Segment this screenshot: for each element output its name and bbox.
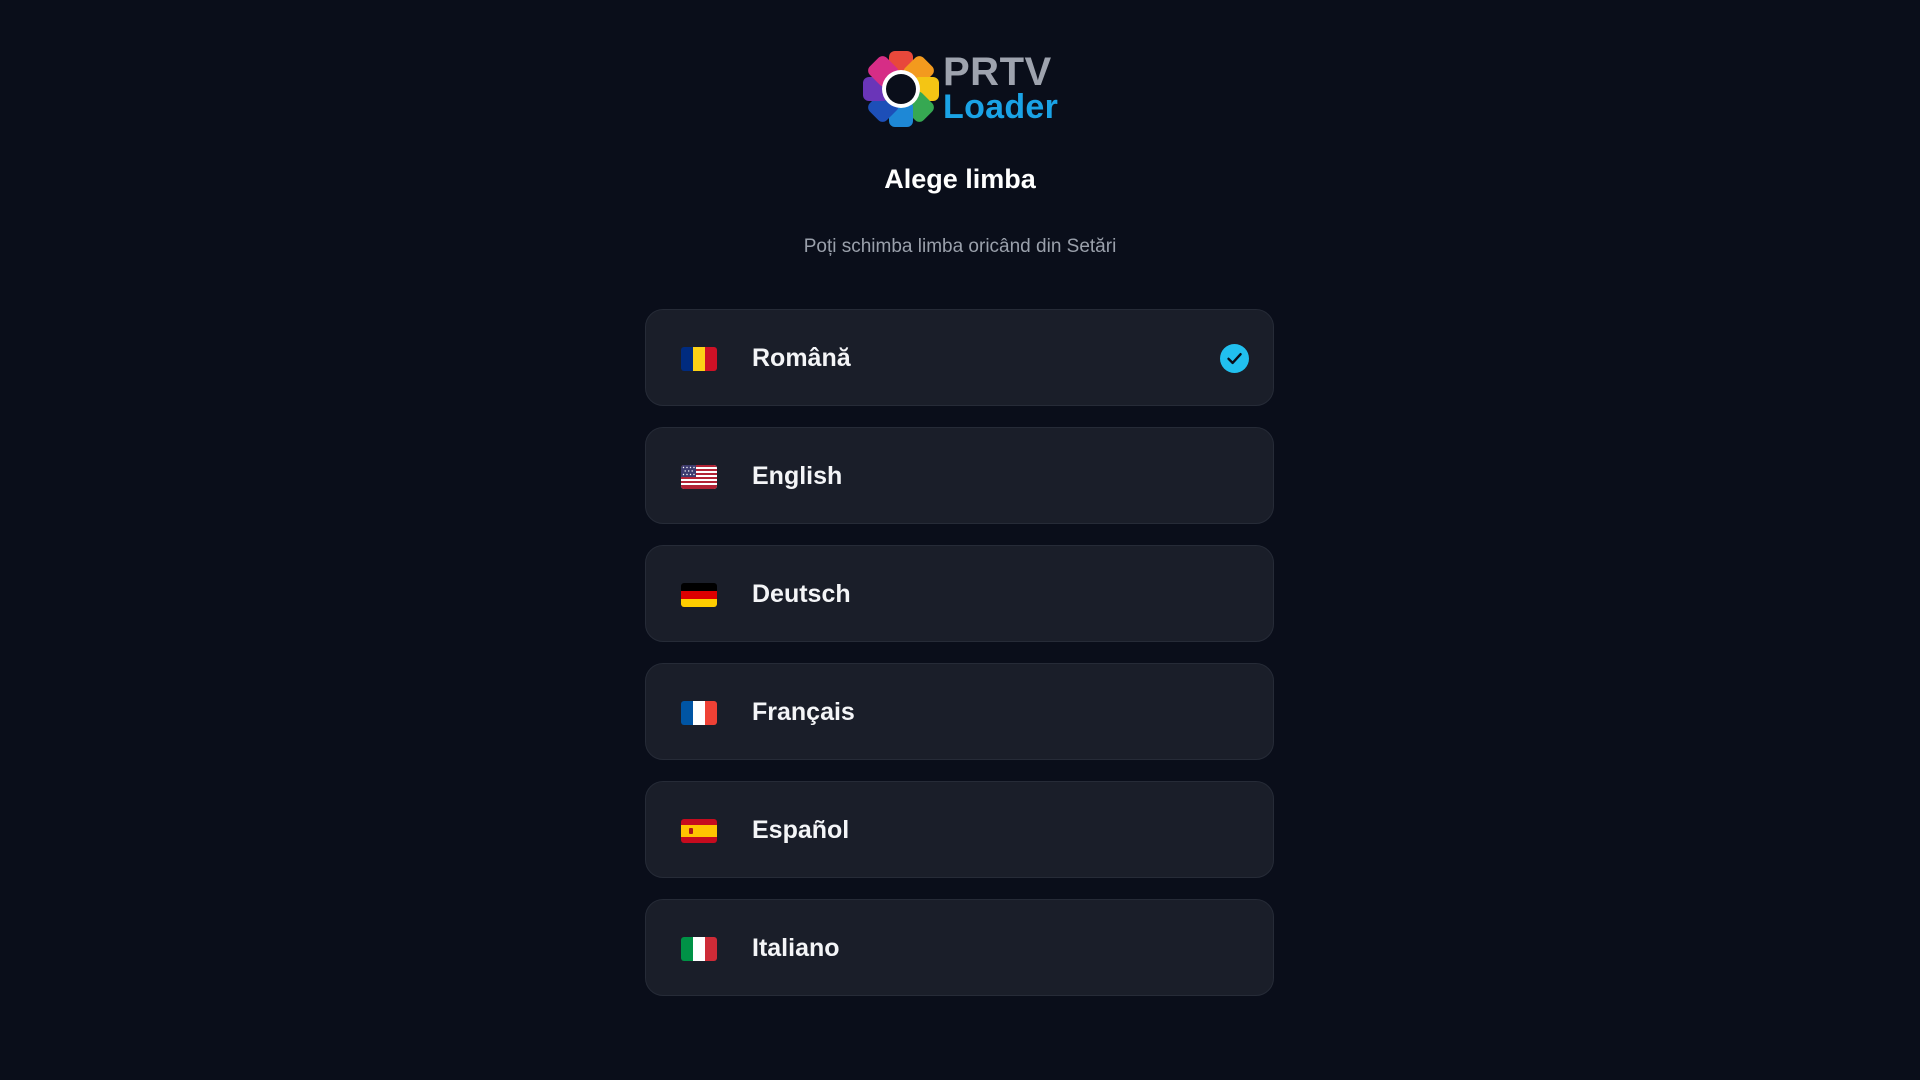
language-option-romana[interactable]: Română: [645, 309, 1274, 406]
language-list: Română English Deutsch Français Español …: [645, 309, 1274, 1017]
germany-flag-icon: [681, 583, 717, 607]
prtv-flower-logo-icon: [863, 51, 939, 127]
language-label: Română: [752, 344, 851, 372]
language-label: English: [752, 462, 843, 490]
romania-flag-icon: [681, 347, 717, 371]
selected-check-icon: [1220, 344, 1249, 373]
language-option-italiano[interactable]: Italiano: [645, 899, 1274, 996]
spain-flag-icon: [681, 819, 717, 843]
language-select-screen: PRTV Loader Alege limba Poți schimba lim…: [0, 0, 1920, 1080]
language-option-espanol[interactable]: Español: [645, 781, 1274, 878]
france-flag-icon: [681, 701, 717, 725]
logo-text-loader: Loader: [943, 88, 1059, 126]
language-label: Italiano: [752, 934, 840, 962]
usa-flag-icon: [681, 465, 717, 489]
italy-flag-icon: [681, 937, 717, 961]
language-option-english[interactable]: English: [645, 427, 1274, 524]
logo-wordmark: PRTV Loader: [943, 52, 1058, 124]
language-label: Deutsch: [752, 580, 851, 608]
language-option-deutsch[interactable]: Deutsch: [645, 545, 1274, 642]
logo-text-prtv: PRTV: [943, 50, 1052, 94]
language-label: Français: [752, 698, 855, 726]
page-subtitle: Poți schimba limba oricând din Setări: [803, 236, 1117, 257]
page-title: Alege limba: [884, 164, 1036, 194]
app-logo: PRTV Loader: [860, 46, 1060, 132]
language-label: Español: [752, 816, 850, 844]
language-option-francais[interactable]: Français: [645, 663, 1274, 760]
